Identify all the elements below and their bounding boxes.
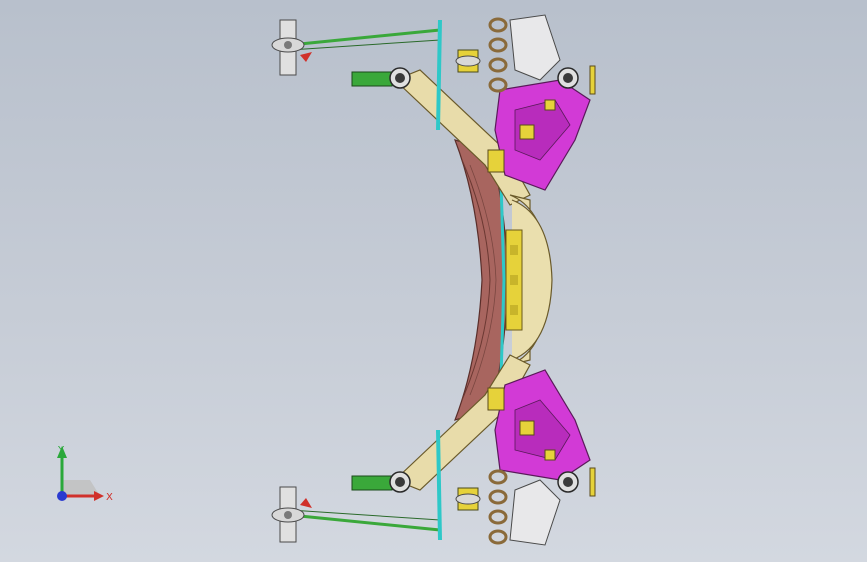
lower-end-bushing[interactable]	[271, 486, 305, 543]
coordinate-triad: Y X	[57, 445, 113, 503]
lower-tie-rod[interactable]	[289, 513, 441, 532]
upper-knuckle-bushing[interactable]	[557, 67, 579, 89]
lower-green-mount[interactable]	[351, 475, 393, 491]
lower-knuckle-bushing[interactable]	[557, 471, 579, 493]
lower-yellow-clip[interactable]	[519, 420, 535, 436]
lower-spring[interactable]	[488, 469, 508, 545]
upper-control-arm[interactable]	[509, 14, 561, 81]
x-axis-label: X	[106, 492, 113, 503]
upper-end-bushing[interactable]	[271, 19, 305, 76]
rear-subframe-model[interactable]	[0, 0, 867, 562]
upper-arm-bushing[interactable]	[389, 67, 411, 89]
cad-graphics-viewport[interactable]: Y X	[0, 0, 867, 562]
upper-spring[interactable]	[488, 17, 508, 93]
upper-yellow-clip[interactable]	[519, 124, 535, 140]
upper-cyan-link[interactable]	[436, 19, 442, 131]
upper-shock-mount[interactable]	[455, 49, 481, 73]
lower-arm-bushing[interactable]	[389, 471, 411, 493]
lower-control-arm[interactable]	[509, 479, 561, 546]
lower-shock-mount[interactable]	[455, 487, 481, 511]
upper-green-mount[interactable]	[351, 71, 393, 87]
lower-cyan-link[interactable]	[436, 429, 442, 541]
y-axis-label: Y	[57, 445, 65, 456]
z-axis-dot	[57, 491, 67, 501]
upper-tie-rod[interactable]	[289, 28, 441, 47]
